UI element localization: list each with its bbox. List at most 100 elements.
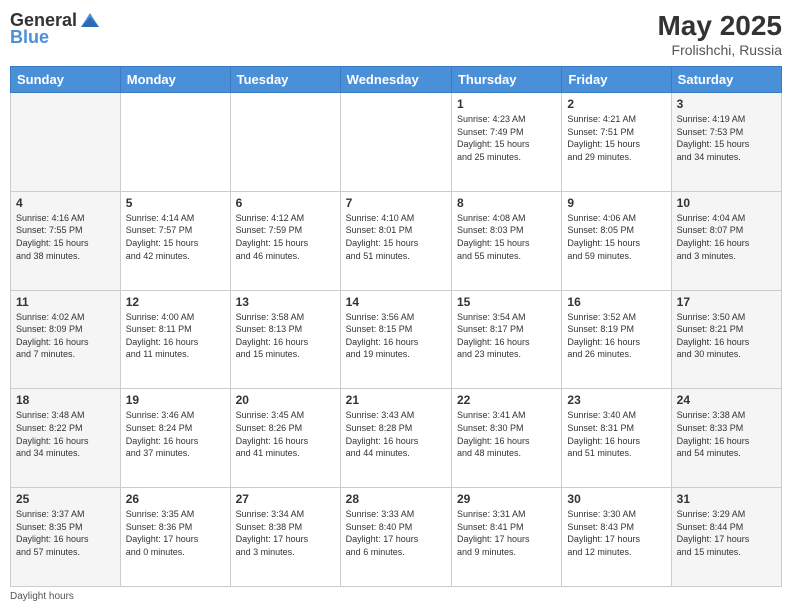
day-number: 9: [567, 196, 665, 210]
day-number: 18: [16, 393, 115, 407]
day-info: Sunrise: 3:50 AM Sunset: 8:21 PM Dayligh…: [677, 311, 776, 361]
week-row-4: 18 Sunrise: 3:48 AM Sunset: 8:22 PM Dayli…: [11, 389, 782, 488]
day-number: 7: [346, 196, 446, 210]
col-header-thursday: Thursday: [451, 67, 561, 93]
day-info: Sunrise: 4:16 AM Sunset: 7:55 PM Dayligh…: [16, 212, 115, 262]
day-cell: 27Sunrise: 3:34 AM Sunset: 8:38 PM Dayli…: [230, 488, 340, 587]
day-number: 20: [236, 393, 335, 407]
logo-blue: Blue: [10, 27, 49, 48]
calendar-header-row: SundayMondayTuesdayWednesdayThursdayFrid…: [11, 67, 782, 93]
day-number: 10: [677, 196, 776, 210]
footer-note: Daylight hours: [10, 591, 782, 602]
logo: General Blue: [10, 10, 101, 48]
day-cell: 7 Sunrise: 4:10 AM Sunset: 8:01 PM Daylig…: [340, 191, 451, 290]
logo-icon: [79, 9, 101, 31]
day-number: 16: [567, 295, 665, 309]
day-info: Sunrise: 4:00 AM Sunset: 8:11 PM Dayligh…: [126, 311, 225, 361]
day-info: Sunrise: 4:08 AM Sunset: 8:03 PM Dayligh…: [457, 212, 556, 262]
day-info: Sunrise: 3:35 AM Sunset: 8:36 PM Dayligh…: [126, 508, 225, 558]
col-header-monday: Monday: [120, 67, 230, 93]
day-info: Sunrise: 3:43 AM Sunset: 8:28 PM Dayligh…: [346, 409, 446, 459]
day-info: Sunrise: 4:19 AM Sunset: 7:53 PM Dayligh…: [677, 113, 776, 163]
day-cell: 17 Sunrise: 3:50 AM Sunset: 8:21 PM Dayli…: [671, 290, 781, 389]
col-header-wednesday: Wednesday: [340, 67, 451, 93]
day-number: 13: [236, 295, 335, 309]
day-number: 29: [457, 492, 556, 506]
day-cell: 19 Sunrise: 3:46 AM Sunset: 8:24 PM Dayli…: [120, 389, 230, 488]
day-cell: 26Sunrise: 3:35 AM Sunset: 8:36 PM Dayli…: [120, 488, 230, 587]
page: General Blue May 2025 Frolishchi, Russia…: [0, 0, 792, 612]
day-cell: 11 Sunrise: 4:02 AM Sunset: 8:09 PM Dayli…: [11, 290, 121, 389]
day-number: 17: [677, 295, 776, 309]
day-number: 19: [126, 393, 225, 407]
day-info: Sunrise: 4:10 AM Sunset: 8:01 PM Dayligh…: [346, 212, 446, 262]
day-info: Sunrise: 3:31 AM Sunset: 8:41 PM Dayligh…: [457, 508, 556, 558]
day-info: Sunrise: 3:52 AM Sunset: 8:19 PM Dayligh…: [567, 311, 665, 361]
day-info: Sunrise: 3:58 AM Sunset: 8:13 PM Dayligh…: [236, 311, 335, 361]
day-info: Sunrise: 4:23 AM Sunset: 7:49 PM Dayligh…: [457, 113, 556, 163]
week-row-3: 11 Sunrise: 4:02 AM Sunset: 8:09 PM Dayli…: [11, 290, 782, 389]
day-number: 3: [677, 97, 776, 111]
day-cell: 25 Sunrise: 3:37 AM Sunset: 8:35 PM Dayli…: [11, 488, 121, 587]
day-cell: [120, 93, 230, 192]
day-cell: [230, 93, 340, 192]
day-cell: 15 Sunrise: 3:54 AM Sunset: 8:17 PM Dayli…: [451, 290, 561, 389]
day-number: 6: [236, 196, 335, 210]
day-info: Sunrise: 3:45 AM Sunset: 8:26 PM Dayligh…: [236, 409, 335, 459]
day-number: 12: [126, 295, 225, 309]
day-info: Sunrise: 3:48 AM Sunset: 8:22 PM Dayligh…: [16, 409, 115, 459]
day-cell: 8Sunrise: 4:08 AM Sunset: 8:03 PM Daylig…: [451, 191, 561, 290]
day-number: 31: [677, 492, 776, 506]
day-cell: 31 Sunrise: 3:29 AM Sunset: 8:44 PM Dayli…: [671, 488, 781, 587]
day-info: Sunrise: 4:02 AM Sunset: 8:09 PM Dayligh…: [16, 311, 115, 361]
header: General Blue May 2025 Frolishchi, Russia: [10, 10, 782, 58]
day-cell: 24Sunrise: 3:38 AM Sunset: 8:33 PM Dayli…: [671, 389, 781, 488]
day-info: Sunrise: 3:46 AM Sunset: 8:24 PM Dayligh…: [126, 409, 225, 459]
location: Frolishchi, Russia: [657, 42, 782, 58]
day-number: 25: [16, 492, 115, 506]
day-number: 24: [677, 393, 776, 407]
day-info: Sunrise: 4:06 AM Sunset: 8:05 PM Dayligh…: [567, 212, 665, 262]
day-info: Sunrise: 3:54 AM Sunset: 8:17 PM Dayligh…: [457, 311, 556, 361]
day-cell: 9 Sunrise: 4:06 AM Sunset: 8:05 PM Daylig…: [562, 191, 671, 290]
col-header-friday: Friday: [562, 67, 671, 93]
month-year: May 2025: [657, 10, 782, 42]
day-info: Sunrise: 4:04 AM Sunset: 8:07 PM Dayligh…: [677, 212, 776, 262]
day-cell: [11, 93, 121, 192]
day-cell: 20 Sunrise: 3:45 AM Sunset: 8:26 PM Dayli…: [230, 389, 340, 488]
day-info: Sunrise: 3:37 AM Sunset: 8:35 PM Dayligh…: [16, 508, 115, 558]
day-info: Sunrise: 3:30 AM Sunset: 8:43 PM Dayligh…: [567, 508, 665, 558]
title-block: May 2025 Frolishchi, Russia: [657, 10, 782, 58]
day-number: 15: [457, 295, 556, 309]
week-row-2: 4Sunrise: 4:16 AM Sunset: 7:55 PM Daylig…: [11, 191, 782, 290]
day-cell: 14Sunrise: 3:56 AM Sunset: 8:15 PM Dayli…: [340, 290, 451, 389]
day-info: Sunrise: 4:21 AM Sunset: 7:51 PM Dayligh…: [567, 113, 665, 163]
day-info: Sunrise: 4:14 AM Sunset: 7:57 PM Dayligh…: [126, 212, 225, 262]
day-number: 28: [346, 492, 446, 506]
day-cell: 13 Sunrise: 3:58 AM Sunset: 8:13 PM Dayli…: [230, 290, 340, 389]
day-number: 1: [457, 97, 556, 111]
calendar: SundayMondayTuesdayWednesdayThursdayFrid…: [10, 66, 782, 587]
day-cell: 12 Sunrise: 4:00 AM Sunset: 8:11 PM Dayli…: [120, 290, 230, 389]
day-cell: 4Sunrise: 4:16 AM Sunset: 7:55 PM Daylig…: [11, 191, 121, 290]
day-cell: 1 Sunrise: 4:23 AM Sunset: 7:49 PM Daylig…: [451, 93, 561, 192]
day-number: 21: [346, 393, 446, 407]
day-cell: 22Sunrise: 3:41 AM Sunset: 8:30 PM Dayli…: [451, 389, 561, 488]
col-header-tuesday: Tuesday: [230, 67, 340, 93]
day-info: Sunrise: 3:41 AM Sunset: 8:30 PM Dayligh…: [457, 409, 556, 459]
day-number: 27: [236, 492, 335, 506]
day-cell: 28Sunrise: 3:33 AM Sunset: 8:40 PM Dayli…: [340, 488, 451, 587]
day-info: Sunrise: 4:12 AM Sunset: 7:59 PM Dayligh…: [236, 212, 335, 262]
week-row-1: 1 Sunrise: 4:23 AM Sunset: 7:49 PM Daylig…: [11, 93, 782, 192]
day-number: 11: [16, 295, 115, 309]
day-cell: 3 Sunrise: 4:19 AM Sunset: 7:53 PM Daylig…: [671, 93, 781, 192]
day-cell: 10 Sunrise: 4:04 AM Sunset: 8:07 PM Dayli…: [671, 191, 781, 290]
day-cell: 16 Sunrise: 3:52 AM Sunset: 8:19 PM Dayli…: [562, 290, 671, 389]
day-cell: 2Sunrise: 4:21 AM Sunset: 7:51 PM Daylig…: [562, 93, 671, 192]
day-info: Sunrise: 3:29 AM Sunset: 8:44 PM Dayligh…: [677, 508, 776, 558]
day-cell: 6 Sunrise: 4:12 AM Sunset: 7:59 PM Daylig…: [230, 191, 340, 290]
col-header-saturday: Saturday: [671, 67, 781, 93]
day-number: 30: [567, 492, 665, 506]
day-cell: 5Sunrise: 4:14 AM Sunset: 7:57 PM Daylig…: [120, 191, 230, 290]
week-row-5: 25 Sunrise: 3:37 AM Sunset: 8:35 PM Dayli…: [11, 488, 782, 587]
